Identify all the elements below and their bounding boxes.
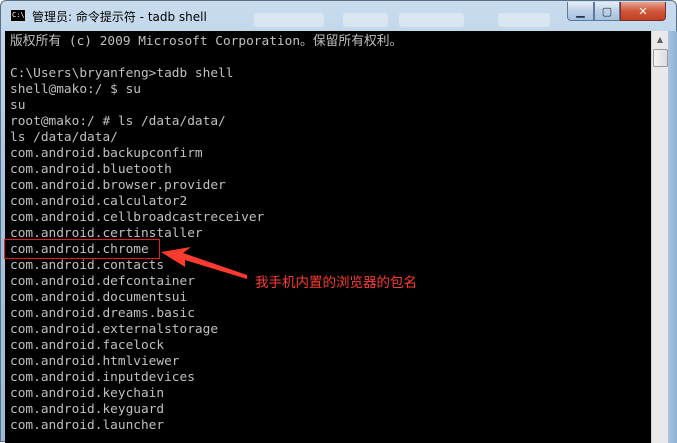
- console-line: com.android.calculator2: [10, 194, 188, 209]
- console-line: com.android.facelock: [10, 338, 165, 353]
- cmd-icon[interactable]: C:\: [10, 9, 26, 22]
- console-line: su: [10, 98, 26, 113]
- console-line: com.android.keychain: [10, 386, 165, 401]
- console-line: com.android.externalstorage: [10, 322, 219, 337]
- console-line: com.android.launcher: [10, 418, 165, 433]
- console-line: root@mako:/ # ls /data/data/: [10, 114, 226, 129]
- console-line: ls /data/data/: [10, 130, 118, 145]
- close-button[interactable]: ✕: [620, 2, 666, 21]
- title-bar-tab: [498, 13, 550, 27]
- console-window: C:\ 管理员: 命令提示符 - tadb shell ▁ ▢ ✕ 版权所有 (…: [0, 0, 677, 443]
- maximize-icon: ▢: [601, 4, 613, 18]
- vertical-scrollbar[interactable]: ▲: [651, 31, 668, 443]
- console-line: 版权所有 (c) 2009 Microsoft Corporation。保留所有…: [10, 34, 403, 49]
- title-bar-tab: [343, 13, 388, 27]
- console-line: com.android.htmlviewer: [10, 354, 180, 369]
- console-line: C:\Users\bryanfeng>tadb shell: [10, 66, 234, 81]
- console-line: com.android.cellbroadcastreceiver: [10, 210, 265, 225]
- console-line: com.android.inputdevices: [10, 370, 195, 385]
- title-bar-tab: [254, 13, 324, 27]
- console-line: com.android.contacts: [10, 258, 165, 273]
- close-icon: ✕: [638, 4, 648, 18]
- console-line: com.android.keyguard: [10, 402, 165, 417]
- console-line: com.android.dreams.basic: [10, 306, 195, 321]
- console-output[interactable]: 版权所有 (c) 2009 Microsoft Corporation。保留所有…: [5, 31, 651, 443]
- console-line: com.android.bluetooth: [10, 162, 172, 177]
- console-line: com.android.browser.provider: [10, 178, 226, 193]
- minimize-icon: ▁: [576, 4, 585, 18]
- maximize-button[interactable]: ▢: [594, 2, 620, 21]
- minimize-button[interactable]: ▁: [567, 2, 594, 21]
- scroll-up-arrow-icon[interactable]: ▲: [652, 31, 668, 48]
- window-frame-right: [668, 31, 677, 443]
- title-bar-tab: [399, 13, 464, 27]
- highlight-box: [4, 239, 160, 259]
- console-line: com.android.documentsui: [10, 290, 188, 305]
- title-bar[interactable]: C:\ 管理员: 命令提示符 - tadb shell ▁ ▢ ✕: [1, 1, 676, 31]
- console-line: shell@mako:/ $ su: [10, 82, 141, 97]
- console-line: com.android.defcontainer: [10, 274, 195, 289]
- scrollbar-thumb[interactable]: [653, 49, 668, 67]
- annotation-text: 我手机内置的浏览器的包名: [255, 275, 417, 291]
- console-line: com.android.backupconfirm: [10, 146, 203, 161]
- window-title: 管理员: 命令提示符 - tadb shell: [32, 10, 207, 24]
